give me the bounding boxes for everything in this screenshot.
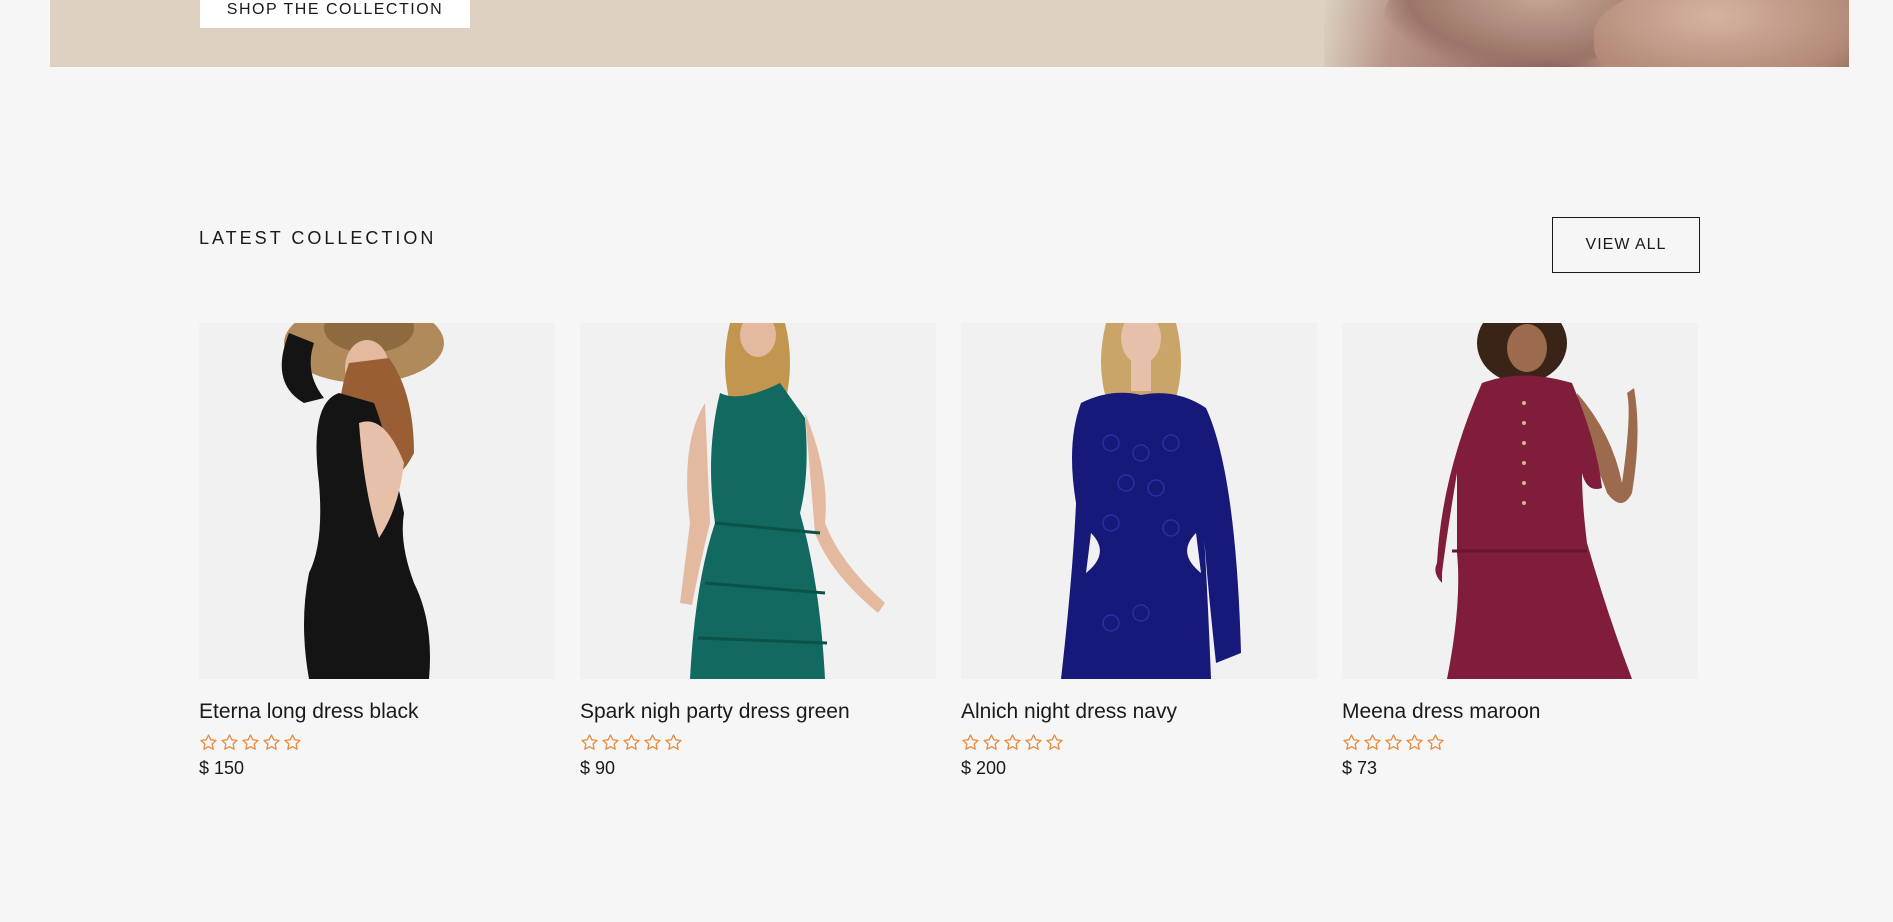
star-outline-icon bbox=[200, 733, 217, 750]
star-outline-icon bbox=[581, 733, 598, 750]
star-outline-icon bbox=[1406, 733, 1423, 750]
product-name[interactable]: Alnich night dress navy bbox=[961, 699, 1317, 725]
product-rating bbox=[961, 731, 1317, 753]
star-outline-icon bbox=[284, 733, 301, 750]
product-name[interactable]: Eterna long dress black bbox=[199, 699, 555, 725]
star-outline-icon bbox=[983, 733, 1000, 750]
product-price: $ 73 bbox=[1342, 758, 1378, 778]
model-navy-dress-illustration bbox=[1061, 323, 1241, 679]
model-maroon-dress-illustration bbox=[1435, 323, 1638, 679]
star-outline-icon bbox=[1427, 733, 1444, 750]
star-outline-icon bbox=[602, 733, 619, 750]
star-outline-icon bbox=[242, 733, 259, 750]
product-rating bbox=[1342, 731, 1698, 753]
product-card[interactable]: Meena dress maroon $ 73 bbox=[1342, 323, 1698, 779]
star-outline-icon bbox=[263, 733, 280, 750]
star-outline-icon bbox=[665, 733, 682, 750]
hero-image bbox=[1324, 0, 1849, 67]
product-rating bbox=[580, 731, 936, 753]
product-price: $ 90 bbox=[580, 758, 616, 778]
product-image[interactable] bbox=[580, 323, 936, 679]
model-green-dress-illustration bbox=[680, 323, 885, 679]
product-card[interactable]: Eterna long dress black $ 150 bbox=[199, 323, 555, 779]
shop-collection-button[interactable]: SHOP THE COLLECTION bbox=[200, 0, 470, 28]
product-name[interactable]: Spark nigh party dress green bbox=[580, 699, 936, 725]
product-price: $ 150 bbox=[199, 758, 245, 778]
star-outline-icon bbox=[623, 733, 640, 750]
product-name[interactable]: Meena dress maroon bbox=[1342, 699, 1698, 725]
view-all-button[interactable]: VIEW ALL bbox=[1552, 217, 1700, 273]
product-price: $ 200 bbox=[961, 758, 1007, 778]
hero-banner: SHOP THE COLLECTION bbox=[50, 0, 1849, 67]
star-outline-icon bbox=[644, 733, 661, 750]
product-card[interactable]: Alnich night dress navy $ 200 bbox=[961, 323, 1317, 779]
product-rating bbox=[199, 731, 555, 753]
star-outline-icon bbox=[1025, 733, 1042, 750]
product-image[interactable] bbox=[199, 323, 555, 679]
star-outline-icon bbox=[221, 733, 238, 750]
star-outline-icon bbox=[1385, 733, 1402, 750]
star-outline-icon bbox=[1364, 733, 1381, 750]
star-outline-icon bbox=[1004, 733, 1021, 750]
star-outline-icon bbox=[1046, 733, 1063, 750]
product-image[interactable] bbox=[961, 323, 1317, 679]
model-black-dress-illustration bbox=[281, 323, 444, 679]
section-title: LATEST COLLECTION bbox=[199, 228, 437, 248]
product-grid: Eterna long dress black $ 150 Spark nigh… bbox=[199, 323, 1701, 779]
star-outline-icon bbox=[1343, 733, 1360, 750]
product-image[interactable] bbox=[1342, 323, 1698, 679]
product-card[interactable]: Spark nigh party dress green $ 90 bbox=[580, 323, 936, 779]
star-outline-icon bbox=[962, 733, 979, 750]
